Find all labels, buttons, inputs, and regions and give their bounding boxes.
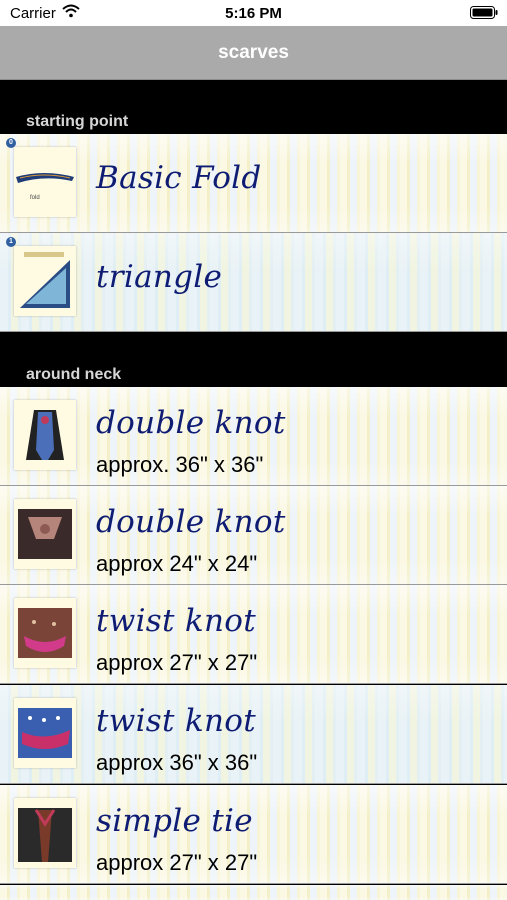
row-title: twist knot — [96, 703, 256, 739]
list-item-twist-knot-27[interactable]: twist knot approx 27" x 27" — [0, 585, 507, 684]
row-subtitle: approx. 36" x 36" — [96, 452, 264, 477]
battery-icon — [470, 6, 498, 23]
thumbnail-double-knot-24 — [14, 499, 76, 569]
section-label: around neck — [26, 366, 122, 383]
thumbnail-simple-tie — [14, 798, 76, 868]
nav-title: scarves — [218, 42, 289, 63]
row-title: triangle — [96, 259, 223, 295]
section-label: starting point — [26, 113, 129, 130]
row-subtitle: approx 27" x 27" — [96, 650, 258, 675]
row-subtitle: approx 36" x 36" — [96, 750, 258, 775]
row-title: twist knot — [96, 603, 256, 639]
row-title: double knot — [96, 504, 286, 540]
row-subtitle: approx 27" x 27" — [96, 850, 258, 875]
thumbnail-twist-knot-36 — [14, 698, 76, 768]
svg-text:fold: fold — [30, 195, 40, 201]
navigation-bar: scarves — [0, 26, 507, 80]
list-item-twist-knot-36[interactable]: twist knot approx 36" x 36" — [0, 685, 507, 784]
list-item-partial[interactable] — [0, 885, 507, 900]
thumbnail-double-knot-36 — [14, 400, 76, 470]
list-item-double-knot-24[interactable]: double knot approx 24" x 24" — [0, 486, 507, 585]
row-subtitle: approx 24" x 24" — [96, 551, 258, 576]
thumbnail-basic-fold: fold — [14, 147, 76, 217]
list-item-simple-tie[interactable]: simple tie approx 27" x 27" — [0, 785, 507, 884]
status-bar: Carrier 5:16 PM — [0, 0, 507, 26]
row-title: double knot — [96, 405, 286, 441]
status-time: 5:16 PM — [225, 5, 282, 22]
section-header-around-neck: around neck — [0, 333, 507, 387]
section-header-starting-point: starting point — [0, 80, 507, 134]
list-item-double-knot-36[interactable]: double knot approx. 36" x 36" — [0, 387, 507, 486]
list-item-triangle[interactable]: 1 triangle — [0, 233, 507, 332]
row-title: Basic Fold — [96, 160, 262, 196]
row-title: simple tie — [96, 803, 253, 839]
thumbnail-twist-knot-27 — [14, 598, 76, 668]
list-item-basic-fold[interactable]: 0 fold Basic Fold — [0, 134, 507, 233]
thumbnail-triangle — [14, 246, 76, 316]
